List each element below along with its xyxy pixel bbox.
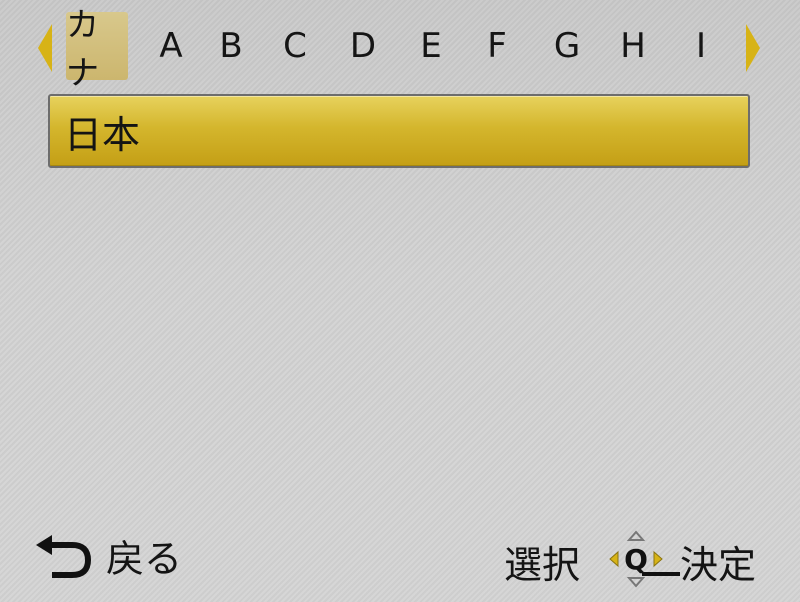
tab-c[interactable]: C xyxy=(270,12,320,80)
tab-kana[interactable]: カナ xyxy=(66,5,128,92)
entry-list: 日本 xyxy=(48,94,750,168)
return-arrow-icon xyxy=(36,534,92,578)
triangle-left-icon[interactable] xyxy=(38,24,52,72)
triangle-right-icon[interactable] xyxy=(746,24,760,72)
tab-d[interactable]: D xyxy=(338,12,388,80)
list-item-selected[interactable]: 日本 xyxy=(48,94,750,168)
select-label: 選択 xyxy=(504,543,581,587)
confirm-label: 決定 xyxy=(680,543,757,587)
tab-g[interactable]: G xyxy=(542,12,592,80)
back-button[interactable]: 戻る xyxy=(34,528,182,583)
dpad-q-icon: Q xyxy=(609,530,680,588)
index-tab-bar: カナ A B C D E F G H I xyxy=(0,0,800,92)
tab-f[interactable]: F xyxy=(472,12,522,80)
tab-h[interactable]: H xyxy=(608,12,658,80)
svg-text:Q: Q xyxy=(624,543,648,576)
tab-a[interactable]: A xyxy=(146,12,196,80)
tab-b[interactable]: B xyxy=(206,12,256,80)
tab-e[interactable]: E xyxy=(406,12,456,80)
back-label: 戻る xyxy=(106,537,183,581)
tab-i[interactable]: I xyxy=(676,12,726,80)
list-item-label: 日本 xyxy=(64,112,141,157)
footer-guide: 戻る 選択 Q 決定 xyxy=(0,520,800,602)
